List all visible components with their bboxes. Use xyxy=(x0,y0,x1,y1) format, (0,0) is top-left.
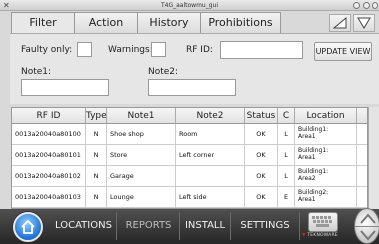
table-scrollbar[interactable] xyxy=(368,107,379,209)
cell-note1: Store xyxy=(107,145,176,165)
table-row[interactable]: 0013a20040a80101 N Store Left corner OK L Buil… xyxy=(12,145,367,166)
location-area: Area1 xyxy=(298,196,316,203)
warnings-checkbox[interactable] xyxy=(151,42,166,57)
keyboard-button[interactable] xyxy=(308,212,338,232)
window-title: T4G_aaltowmu_gui xyxy=(160,2,218,9)
title-bar: ✕ T4G_aaltowmu_gui xyxy=(0,0,379,11)
window-close-icon[interactable] xyxy=(372,2,378,9)
tab-scroll-right-button[interactable] xyxy=(353,14,375,32)
keyboard-icon xyxy=(312,216,332,227)
faulty-only-checkbox[interactable] xyxy=(77,42,92,57)
cell-note1: Garage xyxy=(107,166,176,186)
cell-type: N xyxy=(86,145,107,165)
rfid-label: RF ID: xyxy=(186,45,213,55)
location-building: Building1: xyxy=(298,126,329,133)
column-header-note2[interactable]: Note2 xyxy=(176,108,245,123)
note1-label: Note1: xyxy=(21,67,52,77)
note1-input[interactable] xyxy=(21,79,109,96)
cell-status: OK xyxy=(245,145,278,165)
cell-type: N xyxy=(86,124,107,144)
nav-locations[interactable]: LOCATIONS xyxy=(50,214,117,238)
triangle-down-icon xyxy=(357,17,371,29)
nav-install[interactable]: INSTALL xyxy=(180,214,230,238)
cell-location: Building1: Area2 xyxy=(295,166,357,186)
table-row[interactable]: 0013a20040a80102 N Garage OK L Building1: Area… xyxy=(12,166,367,187)
cell-note2: Left side xyxy=(176,187,245,207)
cell-c: E xyxy=(278,187,295,207)
cell-rfid: 0013a20040a80100 xyxy=(12,124,86,144)
cell-c: L xyxy=(278,145,295,165)
maximize-icon[interactable] xyxy=(363,2,370,9)
cell-note1: Lounge xyxy=(107,187,176,207)
home-icon xyxy=(21,219,35,234)
rfid-input[interactable] xyxy=(220,41,303,59)
location-area: Area1 xyxy=(298,133,316,140)
column-header-location[interactable]: Location xyxy=(295,108,357,123)
cell-note2: Room xyxy=(176,124,245,144)
column-header-rfid[interactable]: RF ID xyxy=(12,108,86,123)
cell-note2: Left corner xyxy=(176,145,245,165)
column-header-status[interactable]: Status xyxy=(245,108,278,123)
triangle-left-icon xyxy=(333,17,347,29)
tab-filter[interactable]: Filter xyxy=(11,12,75,34)
cell-location: Building2: Area1 xyxy=(295,187,357,207)
cell-status: OK xyxy=(245,187,278,207)
column-header-c[interactable]: C xyxy=(278,108,295,123)
nav-reports[interactable]: REPORTS xyxy=(117,214,180,238)
cell-note2 xyxy=(176,166,245,186)
tab-bar: Filter Action History Prohibitions xyxy=(11,12,281,34)
table-row[interactable]: 0013a20040a80100 N Shoe shop Room OK L Buildin… xyxy=(12,124,367,145)
nav-settings[interactable]: SETTINGS xyxy=(231,214,299,238)
location-building: Building1: xyxy=(298,168,329,175)
cell-c: L xyxy=(278,124,295,144)
location-area: Area2 xyxy=(298,175,316,182)
nav-divider xyxy=(299,212,300,240)
cell-type: N xyxy=(86,187,107,207)
tab-history[interactable]: History xyxy=(137,12,201,33)
warnings-label: Warnings: xyxy=(108,45,153,55)
cell-location: Building1: Area1 xyxy=(295,124,357,144)
cell-note1: Shoe shop xyxy=(107,124,176,144)
cell-c: L xyxy=(278,166,295,186)
tab-scroll-left-button[interactable] xyxy=(329,14,351,32)
tab-action[interactable]: Action xyxy=(74,12,138,33)
rfid-table: RF ID Type Note1 Note2 Status C Location… xyxy=(11,107,368,209)
table-row[interactable]: 0013a20040a80103 N Lounge Left side OK E Build… xyxy=(12,187,367,208)
faulty-only-label: Faulty only: xyxy=(21,45,73,55)
column-header-note1[interactable]: Note1 xyxy=(107,108,176,123)
note2-input[interactable] xyxy=(148,79,236,96)
home-button[interactable] xyxy=(13,212,43,242)
table-body: 0013a20040a80100 N Shoe shop Room OK L Buildin… xyxy=(12,124,367,208)
teknoware-logo: ▼ TEKNOWARE xyxy=(302,233,338,238)
cell-rfid: 0013a20040a80103 xyxy=(12,187,86,207)
note2-label: Note2: xyxy=(148,67,179,77)
table-header: RF ID Type Note1 Note2 Status C Location xyxy=(12,108,367,124)
tab-prohibitions[interactable]: Prohibitions xyxy=(200,12,281,33)
cell-location: Building1: Area1 xyxy=(295,145,357,165)
location-building: Building1: xyxy=(298,147,329,154)
minimize-icon[interactable] xyxy=(353,2,360,9)
cell-status: OK xyxy=(245,166,278,186)
location-building: Building2: xyxy=(298,189,329,196)
update-view-button[interactable]: UPDATE VIEW xyxy=(314,42,372,61)
cell-type: N xyxy=(86,166,107,186)
cell-rfid: 0013a20040a80101 xyxy=(12,145,86,165)
scroll-up-down-button[interactable] xyxy=(354,208,379,244)
cell-status: OK xyxy=(245,124,278,144)
column-header-type[interactable]: Type xyxy=(86,108,107,123)
location-area: Area1 xyxy=(298,154,316,161)
cell-rfid: 0013a20040a80102 xyxy=(12,166,86,186)
